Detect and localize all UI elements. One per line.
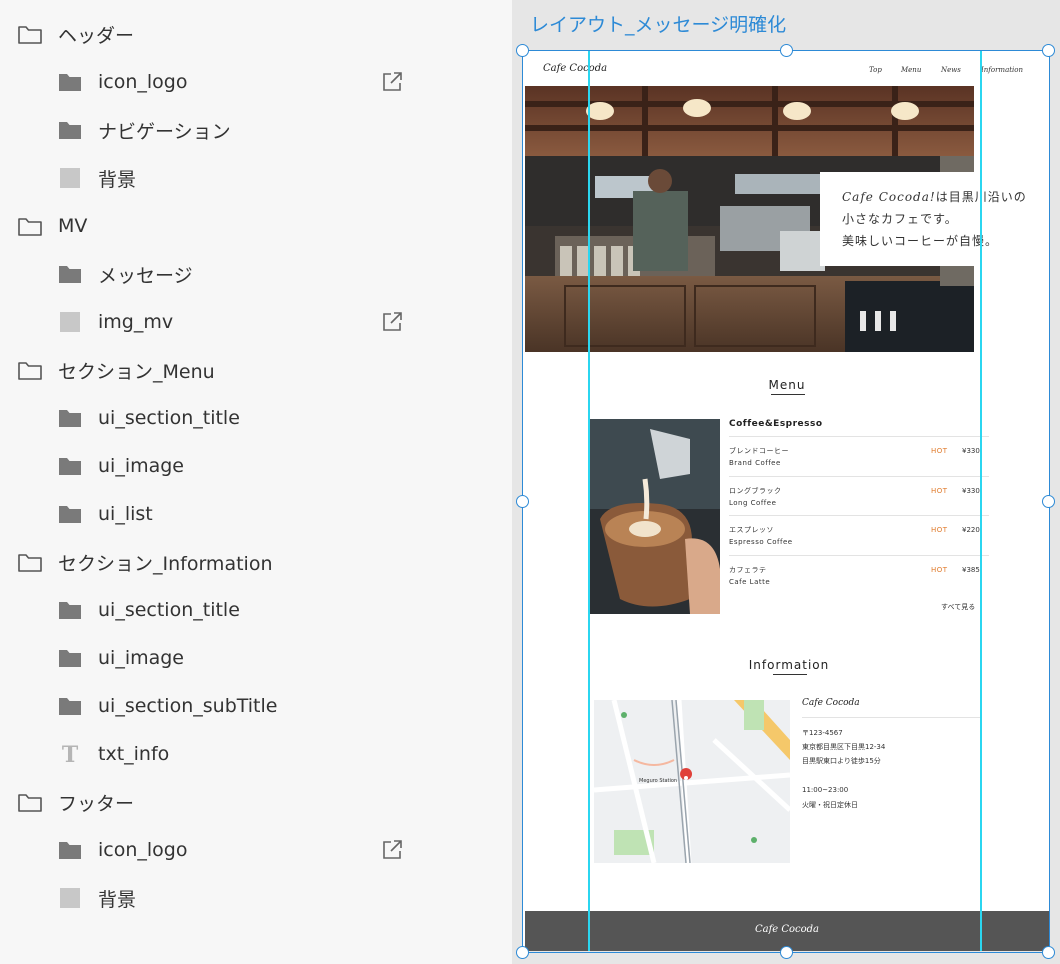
layer-label: MV [58,215,88,237]
external-link-icon[interactable] [380,838,404,862]
layer-label: 背景 [98,888,137,911]
folder-filled-icon [57,695,83,717]
layer-row[interactable]: Ttxt_info [0,734,512,774]
layer-label: ヘッダー [58,24,135,47]
layer-label: フッター [58,792,135,815]
svg-text:T: T [62,743,79,765]
folder-filled-icon [57,599,83,621]
folder-filled-icon [57,839,83,861]
rectangle-icon [57,887,83,909]
layer-label: セクション_Information [58,552,273,575]
folder-filled-icon [57,71,83,93]
selection-box[interactable] [522,50,1050,953]
folder-filled-icon [57,407,83,429]
folder-filled-icon [57,263,83,285]
layer-label: メッセージ [98,264,193,287]
resize-handle-bl[interactable] [516,946,529,959]
layer-row[interactable]: MV [0,206,512,246]
layer-row[interactable]: icon_logo [0,62,512,102]
layer-row[interactable]: ui_section_subTitle [0,686,512,726]
layer-label: txt_info [98,743,170,765]
rectangle-icon [57,311,83,333]
resize-handle-mr[interactable] [1042,495,1055,508]
layer-label: ui_section_title [98,599,240,621]
external-link-icon[interactable] [380,70,404,94]
resize-handle-ml[interactable] [516,495,529,508]
layer-row[interactable]: ヘッダー [0,14,512,54]
resize-handle-tl[interactable] [516,44,529,57]
layer-row[interactable]: ui_section_title [0,590,512,630]
layer-row[interactable]: 背景 [0,158,512,198]
folder-outline-icon [17,23,43,45]
external-link-icon[interactable] [380,310,404,334]
layer-row[interactable]: img_mv [0,302,512,342]
rectangle-icon [57,167,83,189]
folder-filled-icon [57,119,83,141]
layer-label: icon_logo [98,71,188,93]
text-icon: T [57,743,83,765]
layer-label: ui_image [98,647,185,669]
layer-row[interactable]: セクション_Information [0,542,512,582]
layer-row[interactable]: ui_image [0,638,512,678]
artboard-title[interactable]: レイアウト_メッセージ明確化 [530,10,786,37]
folder-filled-icon [57,455,83,477]
layer-row[interactable]: ナビゲーション [0,110,512,150]
layer-row[interactable]: メッセージ [0,254,512,294]
layer-label: セクション_Menu [58,360,215,383]
layer-label: ui_section_title [98,407,240,429]
resize-handle-tr[interactable] [1042,44,1055,57]
folder-outline-icon [17,791,43,813]
folder-filled-icon [57,647,83,669]
folder-outline-icon [17,551,43,573]
layer-label: ui_list [98,503,153,525]
layer-row[interactable]: ui_section_title [0,398,512,438]
layer-label: icon_logo [98,839,188,861]
layer-label: img_mv [98,311,174,333]
layer-row[interactable]: ui_list [0,494,512,534]
resize-handle-tc[interactable] [780,44,793,57]
layers-panel: ヘッダー icon_logo ナビゲーション 背景 MV メッセージ img_mv セクション… [0,0,512,964]
layer-label: ナビゲーション [98,120,231,143]
folder-outline-icon [17,359,43,381]
resize-handle-bc[interactable] [780,946,793,959]
layer-label: 背景 [98,168,137,191]
layer-label: ui_section_subTitle [98,695,278,717]
resize-handle-br[interactable] [1042,946,1055,959]
layer-row[interactable]: 背景 [0,878,512,918]
layer-row[interactable]: セクション_Menu [0,350,512,390]
folder-filled-icon [57,503,83,525]
layer-row[interactable]: ui_image [0,446,512,486]
layer-row[interactable]: icon_logo [0,830,512,870]
folder-outline-icon [17,215,43,237]
layer-row[interactable]: フッター [0,782,512,822]
layer-label: ui_image [98,455,185,477]
